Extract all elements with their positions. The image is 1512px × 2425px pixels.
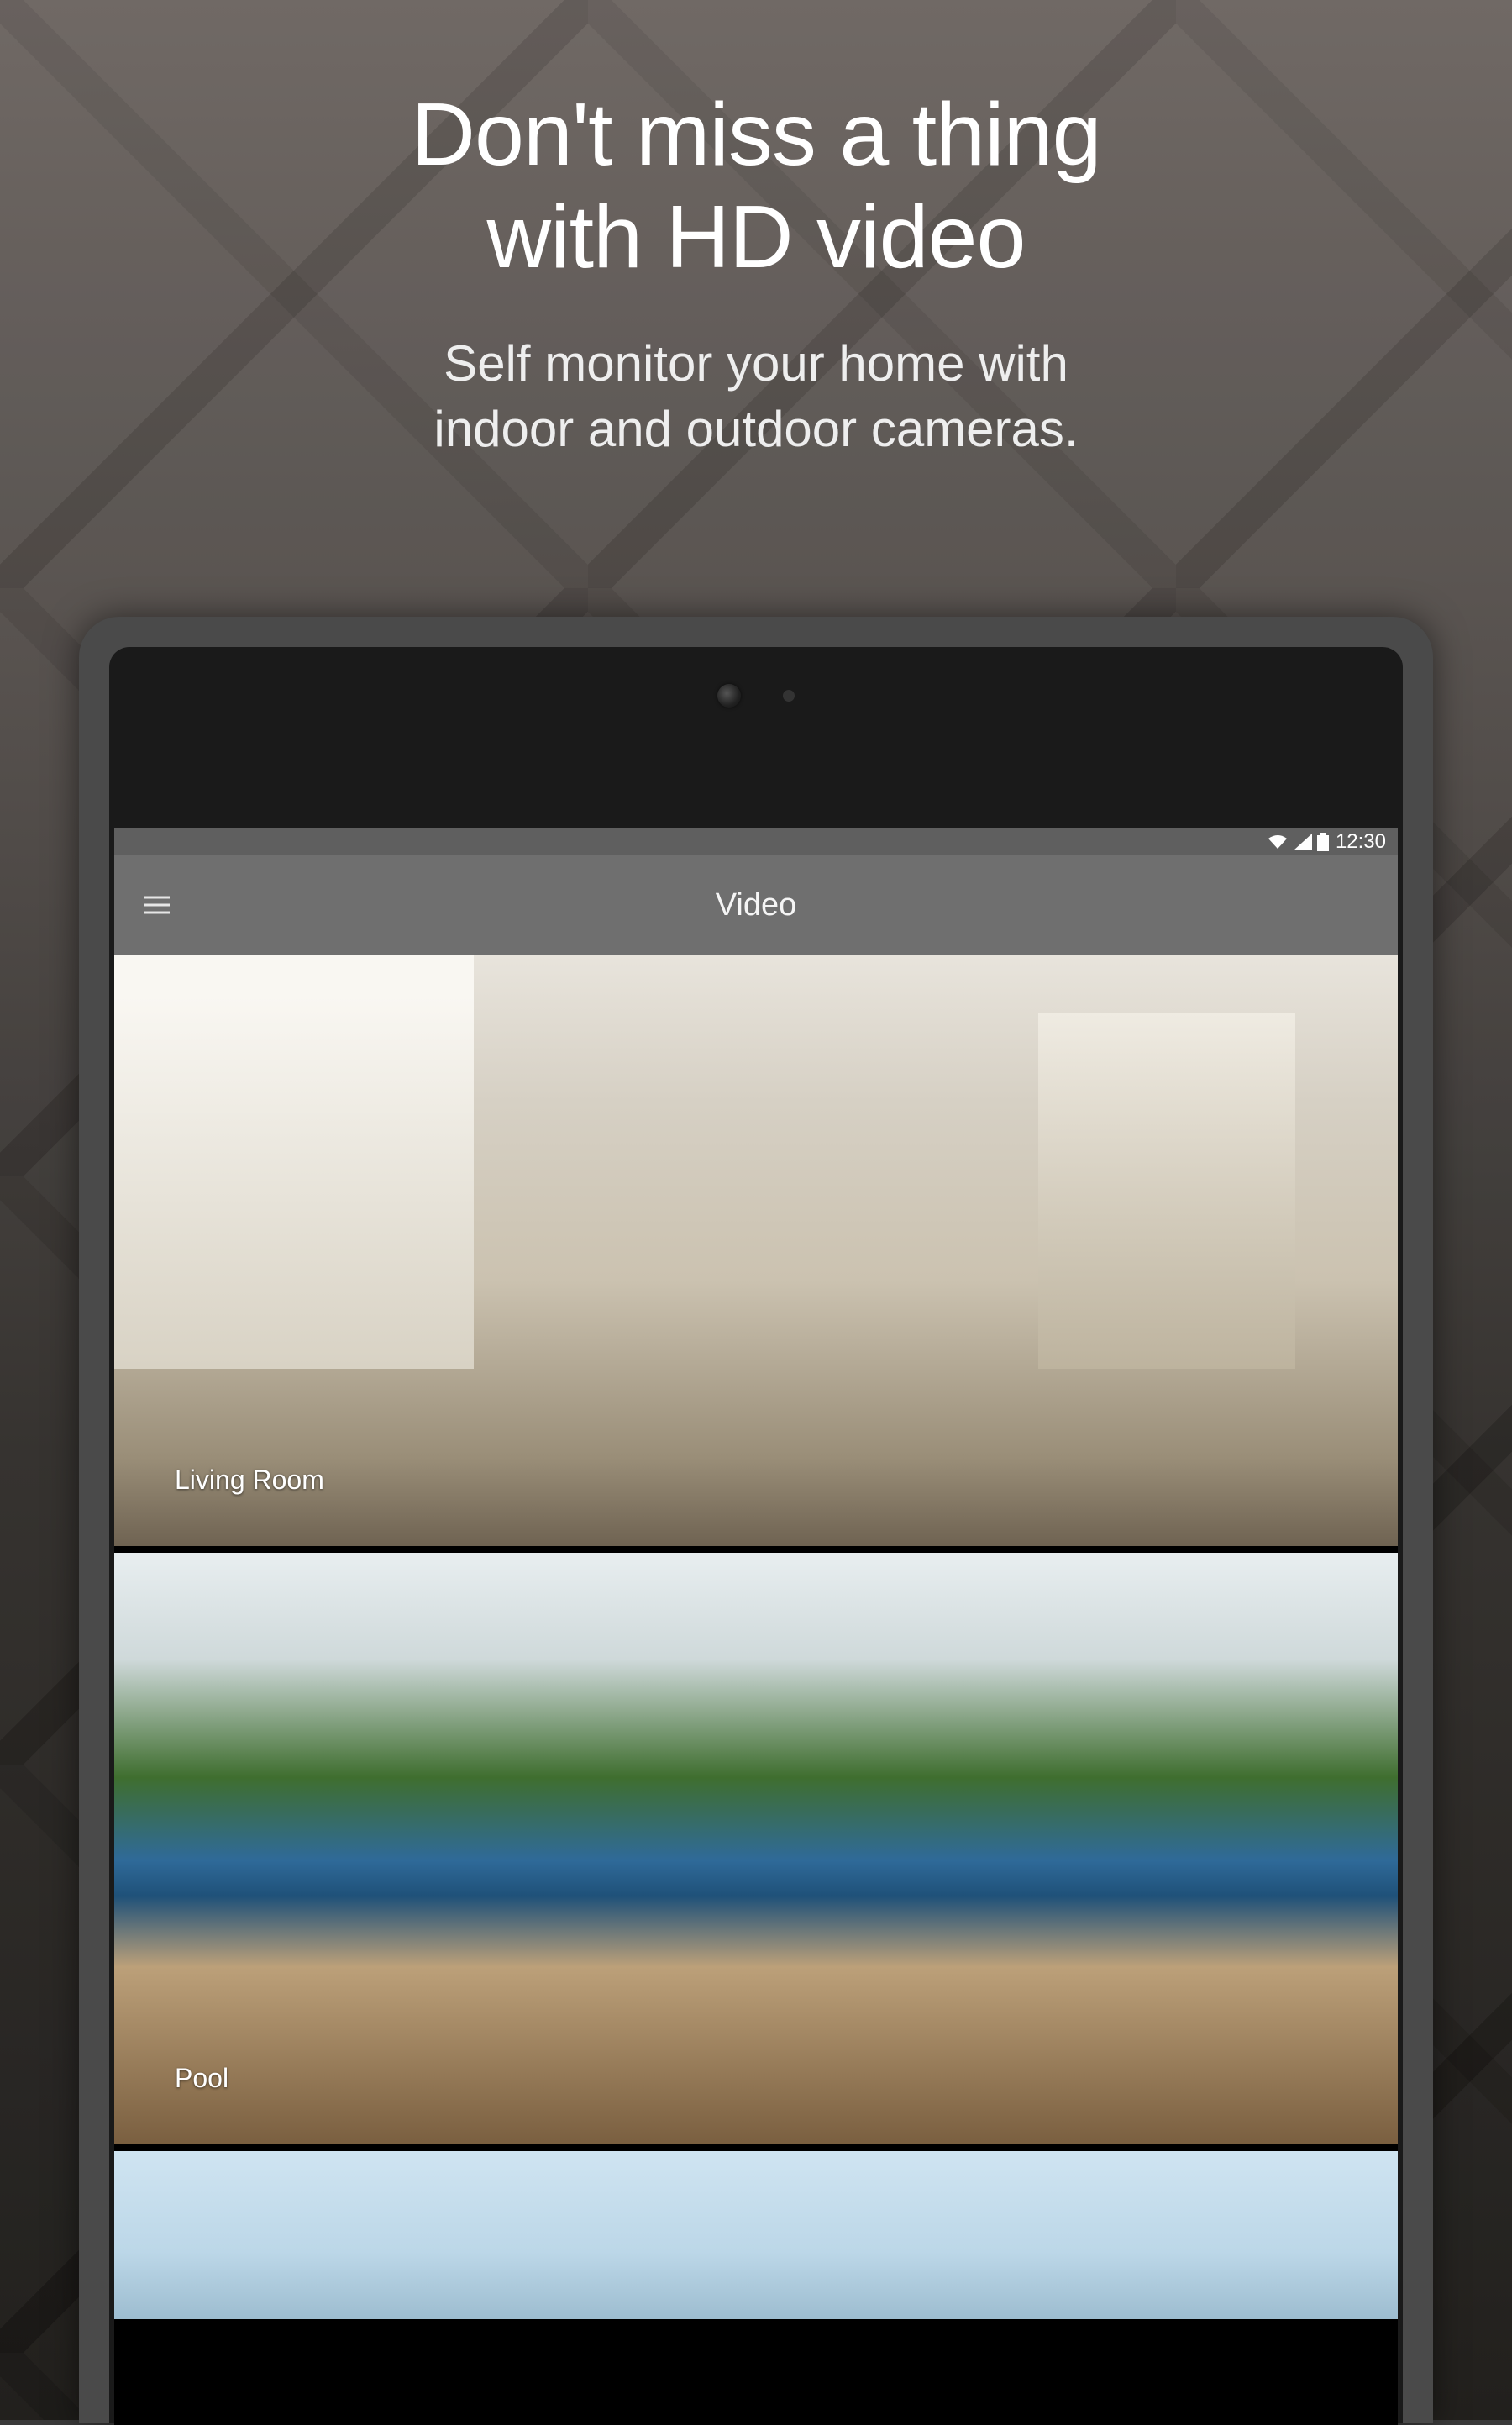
hero-title: Don't miss a thing with HD video	[0, 84, 1512, 289]
camera-list: Living Room Pool	[114, 955, 1398, 2319]
hero-title-line2: with HD video	[487, 187, 1026, 287]
sensor-dot-icon	[783, 690, 795, 702]
hero-subtitle-line2: indoor and outdoor cameras.	[433, 401, 1078, 457]
status-bar: 12:30	[114, 828, 1398, 855]
menu-icon	[144, 897, 170, 899]
menu-button[interactable]	[144, 892, 170, 919]
hero-subtitle-line1: Self monitor your home with	[444, 335, 1068, 392]
camera-tile-partial[interactable]	[114, 2151, 1398, 2319]
camera-tile-pool[interactable]: Pool	[114, 1553, 1398, 2144]
camera-tile-living-room[interactable]: Living Room	[114, 955, 1398, 1546]
status-icons	[1267, 833, 1329, 851]
signal-icon	[1294, 834, 1312, 850]
status-time: 12:30	[1336, 830, 1386, 854]
hero-section: Don't miss a thing with HD video Self mo…	[0, 0, 1512, 462]
hero-title-line1: Don't miss a thing	[411, 85, 1100, 184]
battery-icon	[1317, 833, 1329, 851]
wifi-icon	[1267, 834, 1289, 850]
camera-label: Living Room	[175, 1465, 324, 1496]
app-bar: Video	[114, 855, 1398, 955]
tablet-front-camera	[717, 684, 795, 708]
hero-subtitle: Self monitor your home with indoor and o…	[0, 331, 1512, 462]
camera-lens-icon	[717, 684, 741, 708]
tablet-screen: 12:30 Video Living Room Pool	[114, 828, 1398, 2425]
camera-label: Pool	[175, 2063, 228, 2094]
app-bar-title: Video	[114, 887, 1398, 923]
